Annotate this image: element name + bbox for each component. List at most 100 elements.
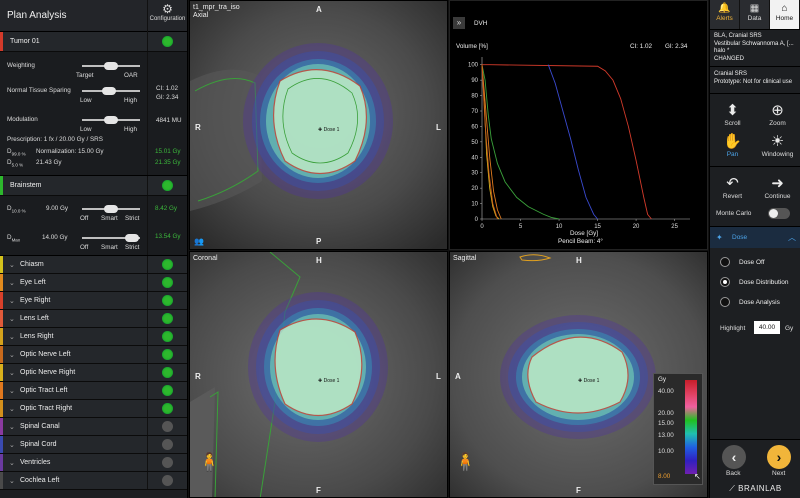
chevron-down-icon[interactable]: ⌄ xyxy=(3,405,15,413)
dvh-y-tick-label: 90 xyxy=(471,78,478,84)
structure-row[interactable]: ⌄ Optic Nerve Left xyxy=(0,346,187,364)
tab-alerts[interactable]: 🔔 Alerts xyxy=(710,0,740,29)
d99-label: D99.0 % xyxy=(7,148,26,156)
highlight-input[interactable]: 40.00 xyxy=(754,321,780,334)
chevron-down-icon[interactable]: ⌄ xyxy=(3,459,15,467)
option-label: Dose Analysis xyxy=(739,298,780,306)
next-button[interactable]: › xyxy=(767,445,791,469)
dvh-y-tick-label: 0 xyxy=(475,217,479,223)
structure-row[interactable]: ⌄ Eye Right xyxy=(0,292,187,310)
dvh-series-line xyxy=(482,64,652,220)
back-button[interactable]: ‹ xyxy=(722,445,746,469)
right-panel: 🔔 Alerts ▦ Data ⌂ Home BLA, Cranial SRS Ves… xyxy=(709,0,800,498)
structure-row[interactable]: ⌄ Optic Nerve Right xyxy=(0,364,187,382)
radio-button[interactable] xyxy=(720,297,730,307)
chevron-down-icon[interactable]: ⌄ xyxy=(3,279,15,287)
d10-sub: 10.0 % xyxy=(11,208,26,214)
weighting-max-label: OAR xyxy=(124,72,138,79)
tab-home[interactable]: ⌂ Home xyxy=(770,0,800,29)
monitor-units: 4841 MU xyxy=(156,117,182,124)
sagittal-viewport[interactable]: ✚ Dose 1 Sagittal H F A P 🧍 Gy 40.0020.0… xyxy=(449,251,708,498)
dose-section-header[interactable]: ✦ Dose ︿ xyxy=(710,226,800,248)
modulation-slider[interactable] xyxy=(82,116,140,124)
structure-row[interactable]: ⌄ Optic Tract Left xyxy=(0,382,187,400)
d10-slider-knob[interactable] xyxy=(104,205,118,213)
colorbar-tick-label: 20.00 xyxy=(658,410,674,417)
structure-row[interactable]: ⌄ Cochlea Left xyxy=(0,472,187,490)
dmax-slider-knob[interactable] xyxy=(125,234,139,242)
status-indicator xyxy=(162,295,173,306)
monte-carlo-toggle[interactable] xyxy=(768,208,790,219)
status-indicator xyxy=(162,277,173,288)
structure-row[interactable]: ⌄ Lens Left xyxy=(0,310,187,328)
chevron-down-icon[interactable]: ⌄ xyxy=(3,315,15,323)
modulation-max-label: High xyxy=(124,126,137,133)
dmax-sub: Max xyxy=(11,237,21,243)
structure-row[interactable]: ⌄ Chiasm xyxy=(0,256,187,274)
status-indicator xyxy=(162,457,173,468)
dose-distribution-option[interactable]: Dose Distribution xyxy=(710,272,800,292)
d10-value: 9.00 Gy xyxy=(46,205,69,212)
structure-row[interactable]: ⌄ Spinal Cord xyxy=(0,436,187,454)
chevron-down-icon[interactable]: ⌄ xyxy=(3,351,15,359)
scroll-tool[interactable]: ⬍ Scroll xyxy=(710,102,755,127)
modulation-slider-knob[interactable] xyxy=(104,116,118,124)
chevron-down-icon[interactable]: ⌄ xyxy=(3,477,15,485)
info-line: halo * xyxy=(714,48,730,54)
structure-row-tumor[interactable]: Tumor 01 xyxy=(0,32,187,52)
option-label: Dose Off xyxy=(739,258,765,266)
structure-row[interactable]: ⌄ Ventricles xyxy=(0,454,187,472)
brand-logo: ⟋ BRAINLAB xyxy=(710,480,800,498)
continue-button[interactable]: ➜ Continue xyxy=(755,175,800,200)
structure-name: Cochlea Left xyxy=(20,477,60,484)
dmax-slider[interactable] xyxy=(82,234,140,242)
axial-viewport[interactable]: ✚ Dose 1 t1_mpr_tra_iso Axial A P R L 👥 xyxy=(189,0,448,250)
nts-slider-knob[interactable] xyxy=(102,87,116,95)
weighting-slider-knob[interactable] xyxy=(104,62,118,70)
zoom-tool[interactable]: ⊕ Zoom xyxy=(755,102,800,127)
chevron-down-icon[interactable]: ⌄ xyxy=(3,423,15,431)
d10-off-label: Off xyxy=(80,215,89,222)
colorbar-gradient xyxy=(685,380,697,474)
dvh-y-tick-label: 80 xyxy=(471,94,478,100)
chevron-left-icon: ‹ xyxy=(731,449,737,465)
dose-off-option[interactable]: Dose Off xyxy=(710,252,800,272)
normalization-text: Normalization: 15.00 Gy xyxy=(36,148,104,155)
dvh-x-tick-label: 15 xyxy=(594,224,601,230)
pan-tool[interactable]: ✋ Pan xyxy=(710,133,755,158)
brainstem-details: D10.0 % 9.00 Gy Off Smart Strict DMax 14… xyxy=(0,196,187,256)
structure-row[interactable]: ⌄ Optic Tract Right xyxy=(0,400,187,418)
chevron-down-icon[interactable]: ⌄ xyxy=(3,369,15,377)
configuration-button[interactable]: ⚙ Configuration xyxy=(147,0,187,32)
nts-slider[interactable] xyxy=(82,87,140,95)
nts-label: Normal Tissue Sparing xyxy=(7,87,71,94)
radio-button[interactable] xyxy=(720,257,730,267)
chevron-down-icon[interactable]: ⌄ xyxy=(3,261,15,269)
weighting-slider[interactable] xyxy=(82,62,140,70)
structure-row[interactable]: ⌄ Eye Left xyxy=(0,274,187,292)
windowing-tool[interactable]: ☀ Windowing xyxy=(755,133,800,158)
structure-row[interactable]: ⌄ Lens Right xyxy=(0,328,187,346)
chevron-down-icon[interactable]: ⌄ xyxy=(3,387,15,395)
patient-info: BLA, Cranial SRS Vestibular Schwannoma A… xyxy=(710,30,800,66)
tab-data[interactable]: ▦ Data xyxy=(740,0,770,29)
dose-colorbar-panel[interactable]: Gy 40.00 20.00 15.00 13.00 10.00 8.00 ↖ xyxy=(653,373,703,485)
dmax-strict-label: Strict xyxy=(125,244,140,251)
structure-row[interactable]: ⌄ Spinal Canal xyxy=(0,418,187,436)
chevron-down-icon[interactable]: ⌄ xyxy=(3,297,15,305)
chevron-down-icon[interactable]: ⌄ xyxy=(3,333,15,341)
back-label: Back xyxy=(726,470,741,477)
radio-button[interactable] xyxy=(720,277,730,287)
structure-name: Optic Nerve Left xyxy=(20,351,71,358)
next-label: Next xyxy=(772,470,786,477)
coronal-viewport[interactable]: ✚ Dose 1 Coronal H F R L 🧍 xyxy=(189,251,448,498)
d10-label: D10.0 % xyxy=(7,205,26,213)
d10-slider[interactable] xyxy=(82,205,140,213)
dvh-panel[interactable]: » DVH Volume [%] CI: 1.02 GI: 2.34 Dose … xyxy=(449,0,708,250)
dose-analysis-option[interactable]: Dose Analysis xyxy=(710,292,800,312)
chevron-down-icon[interactable]: ⌄ xyxy=(3,441,15,449)
orientation-marker-head: H xyxy=(576,256,582,265)
orientation-marker-left: L xyxy=(436,123,441,132)
structure-row-brainstem[interactable]: Brainstem xyxy=(0,176,187,196)
revert-button[interactable]: ↶ Revert xyxy=(710,175,755,200)
